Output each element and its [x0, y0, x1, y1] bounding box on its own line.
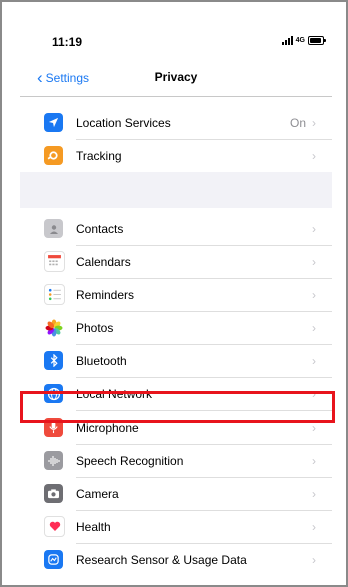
row-label: Camera — [76, 486, 119, 501]
row-location-services[interactable]: Location Services On › — [20, 106, 332, 139]
bluetooth-icon — [44, 351, 63, 370]
contacts-icon — [44, 219, 63, 238]
row-label: Contacts — [76, 221, 124, 236]
chevron-right-icon: › — [312, 453, 316, 468]
back-button[interactable]: ‹ Settings — [37, 69, 89, 86]
camera-icon — [44, 484, 63, 503]
chevron-right-icon: › — [312, 254, 316, 269]
chevron-right-icon: › — [312, 148, 316, 163]
row-speech-recognition[interactable]: Speech Recognition › — [20, 444, 332, 477]
row-tracking[interactable]: Tracking › — [20, 139, 332, 172]
chevron-right-icon: › — [312, 353, 316, 368]
row-label: Research Sensor & Usage Data — [76, 552, 247, 567]
row-local-network[interactable]: Local Network › — [20, 377, 332, 410]
navigation-bar: ‹ Settings Privacy — [20, 64, 332, 97]
nav-divider — [20, 96, 332, 97]
row-reminders[interactable]: Reminders › — [20, 278, 332, 311]
tracking-icon — [44, 146, 63, 165]
chevron-right-icon: › — [312, 486, 316, 501]
chevron-left-icon: ‹ — [37, 68, 43, 87]
row-bluetooth[interactable]: Bluetooth › — [20, 344, 332, 377]
status-time: 11:19 — [52, 35, 83, 49]
photos-icon — [44, 318, 63, 337]
reminders-icon — [44, 284, 65, 305]
row-contacts[interactable]: Contacts › — [20, 212, 332, 245]
phone-screen: 11:19 4G ‹ Settings Privacy Location Ser… — [20, 20, 332, 576]
chevron-right-icon: › — [312, 552, 316, 567]
row-label: Health — [76, 519, 111, 534]
row-calendars[interactable]: Calendars › — [20, 245, 332, 278]
row-microphone[interactable]: Microphone › — [20, 411, 332, 444]
chevron-right-icon: › — [312, 287, 316, 302]
row-label: Tracking — [76, 148, 122, 163]
network-label: 4G — [295, 37, 305, 44]
waveform-icon — [44, 451, 63, 470]
chevron-right-icon: › — [312, 115, 316, 130]
chevron-right-icon: › — [312, 320, 316, 335]
row-label: Microphone — [76, 420, 139, 435]
row-research-sensor[interactable]: Research Sensor & Usage Data › — [20, 543, 332, 576]
status-right: 4G — [281, 36, 326, 45]
chevron-right-icon: › — [312, 519, 316, 534]
row-label: Bluetooth — [76, 353, 127, 368]
chevron-right-icon: › — [312, 420, 316, 435]
research-icon — [44, 550, 63, 569]
row-health[interactable]: Health › — [20, 510, 332, 543]
row-label: Local Network — [76, 386, 153, 401]
chevron-right-icon: › — [312, 386, 316, 401]
row-label: Speech Recognition — [76, 453, 184, 468]
row-photos[interactable]: Photos › — [20, 311, 332, 344]
chevron-right-icon: › — [312, 221, 316, 236]
microphone-icon — [44, 418, 63, 437]
row-label: Photos — [76, 320, 114, 335]
status-bar: 11:19 4G — [20, 20, 332, 64]
back-label: Settings — [45, 70, 90, 85]
section-gap — [20, 172, 332, 208]
row-label: Calendars — [76, 254, 131, 269]
signal-icon — [281, 36, 293, 45]
row-label: Reminders — [76, 287, 135, 302]
globe-icon — [44, 384, 63, 403]
row-label: Location Services — [76, 115, 171, 130]
row-value: On — [289, 115, 306, 130]
heart-icon — [44, 516, 65, 537]
row-camera[interactable]: Camera › — [20, 477, 332, 510]
battery-icon — [308, 36, 326, 45]
location-arrow-icon — [44, 113, 63, 132]
calendar-icon — [44, 251, 65, 272]
